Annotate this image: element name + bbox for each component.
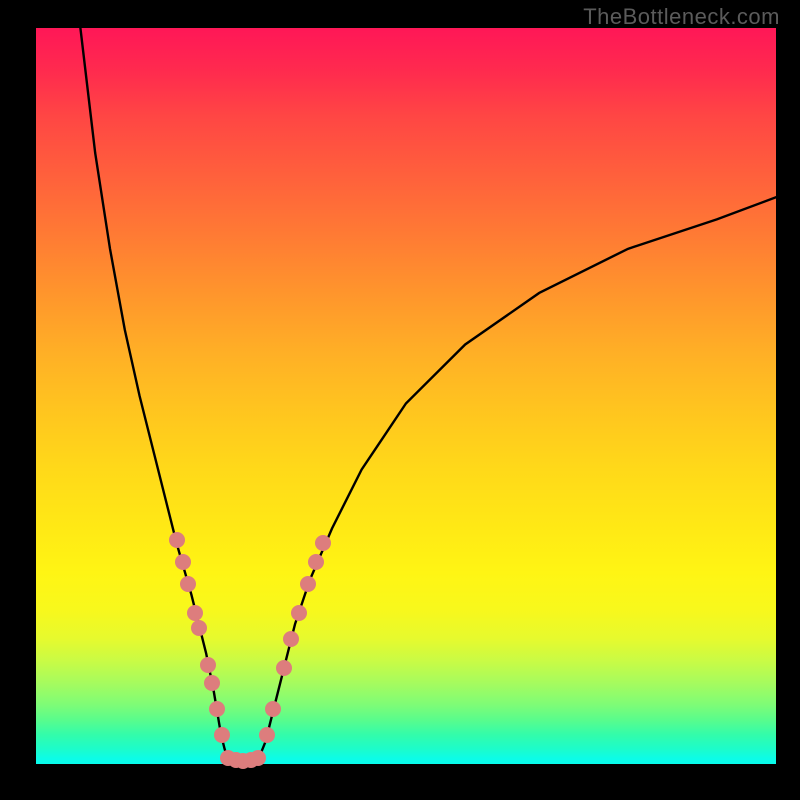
highlight-marker — [180, 576, 196, 592]
highlight-marker — [209, 701, 225, 717]
highlight-marker — [291, 605, 307, 621]
curve-left-branch — [80, 28, 228, 760]
highlight-marker — [250, 750, 266, 766]
highlight-marker — [315, 535, 331, 551]
curve-right-branch — [258, 197, 776, 760]
highlight-marker — [300, 576, 316, 592]
bottleneck-curve — [36, 28, 776, 764]
chart-root: TheBottleneck.com — [0, 0, 800, 800]
highlight-marker — [308, 554, 324, 570]
watermark-text: TheBottleneck.com — [583, 4, 780, 30]
highlight-marker — [187, 605, 203, 621]
highlight-marker — [259, 727, 275, 743]
highlight-marker — [169, 532, 185, 548]
highlight-marker — [265, 701, 281, 717]
highlight-marker — [204, 675, 220, 691]
highlight-marker — [200, 657, 216, 673]
highlight-marker — [175, 554, 191, 570]
highlight-marker — [276, 660, 292, 676]
highlight-marker — [191, 620, 207, 636]
highlight-marker — [283, 631, 299, 647]
plot-area — [36, 28, 776, 764]
highlight-marker — [214, 727, 230, 743]
